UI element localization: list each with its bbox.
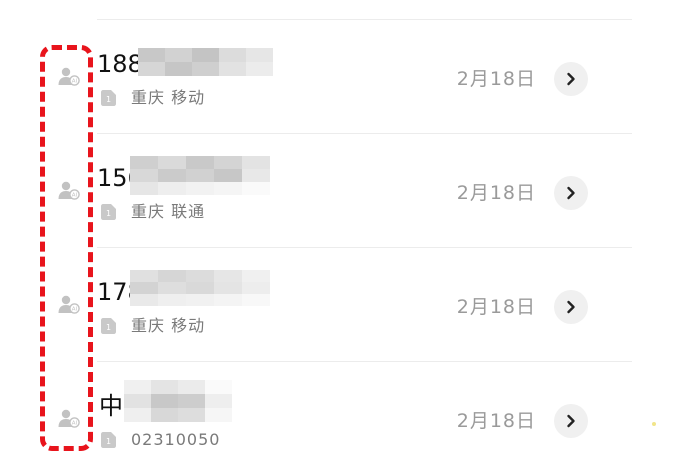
call-log-item[interactable]: AI 中 1 02310050 2月18日 [0, 362, 682, 473]
redacted-digits [130, 156, 270, 195]
sim-card-icon: 1 [101, 432, 116, 448]
chevron-right-icon [567, 186, 575, 200]
svg-text:1: 1 [106, 323, 111, 332]
call-detail-button[interactable] [554, 176, 588, 210]
phone-number: 188 [97, 50, 143, 78]
redacted-name [124, 380, 232, 422]
call-date: 2月18日 [456, 182, 536, 204]
svg-text:1: 1 [106, 95, 111, 104]
call-log-item[interactable]: AI 188 1 重庆 移动 2月18日 [0, 20, 682, 134]
svg-text:1: 1 [106, 437, 111, 446]
chevron-right-icon [567, 414, 575, 428]
decorative-dot [652, 422, 656, 426]
call-date: 2月18日 [456, 68, 536, 90]
call-log-item[interactable]: AI 178 1 重庆 移动 2月18日 [0, 248, 682, 362]
sim-card-icon: 1 [101, 318, 116, 334]
call-detail-button[interactable] [554, 290, 588, 324]
redacted-digits [138, 48, 273, 76]
sim-card-icon: 1 [101, 204, 116, 220]
number-location: 重庆 移动 [131, 88, 206, 107]
call-date: 2月18日 [456, 410, 536, 432]
chevron-right-icon [567, 300, 575, 314]
chevron-right-icon [567, 72, 575, 86]
redacted-digits [130, 270, 270, 306]
sim-card-icon: 1 [101, 90, 116, 106]
call-log-item[interactable]: AI 156 1 重庆 联通 2月18日 [0, 134, 682, 248]
call-detail-button[interactable] [554, 62, 588, 96]
call-detail-button[interactable] [554, 404, 588, 438]
contact-name: 中 [99, 392, 123, 420]
avatar-column-highlight [40, 45, 93, 451]
call-date: 2月18日 [456, 296, 536, 318]
number-location: 重庆 移动 [131, 316, 206, 335]
number-location: 02310050 [131, 430, 221, 449]
svg-text:1: 1 [106, 209, 111, 218]
number-location: 重庆 联通 [131, 202, 206, 221]
